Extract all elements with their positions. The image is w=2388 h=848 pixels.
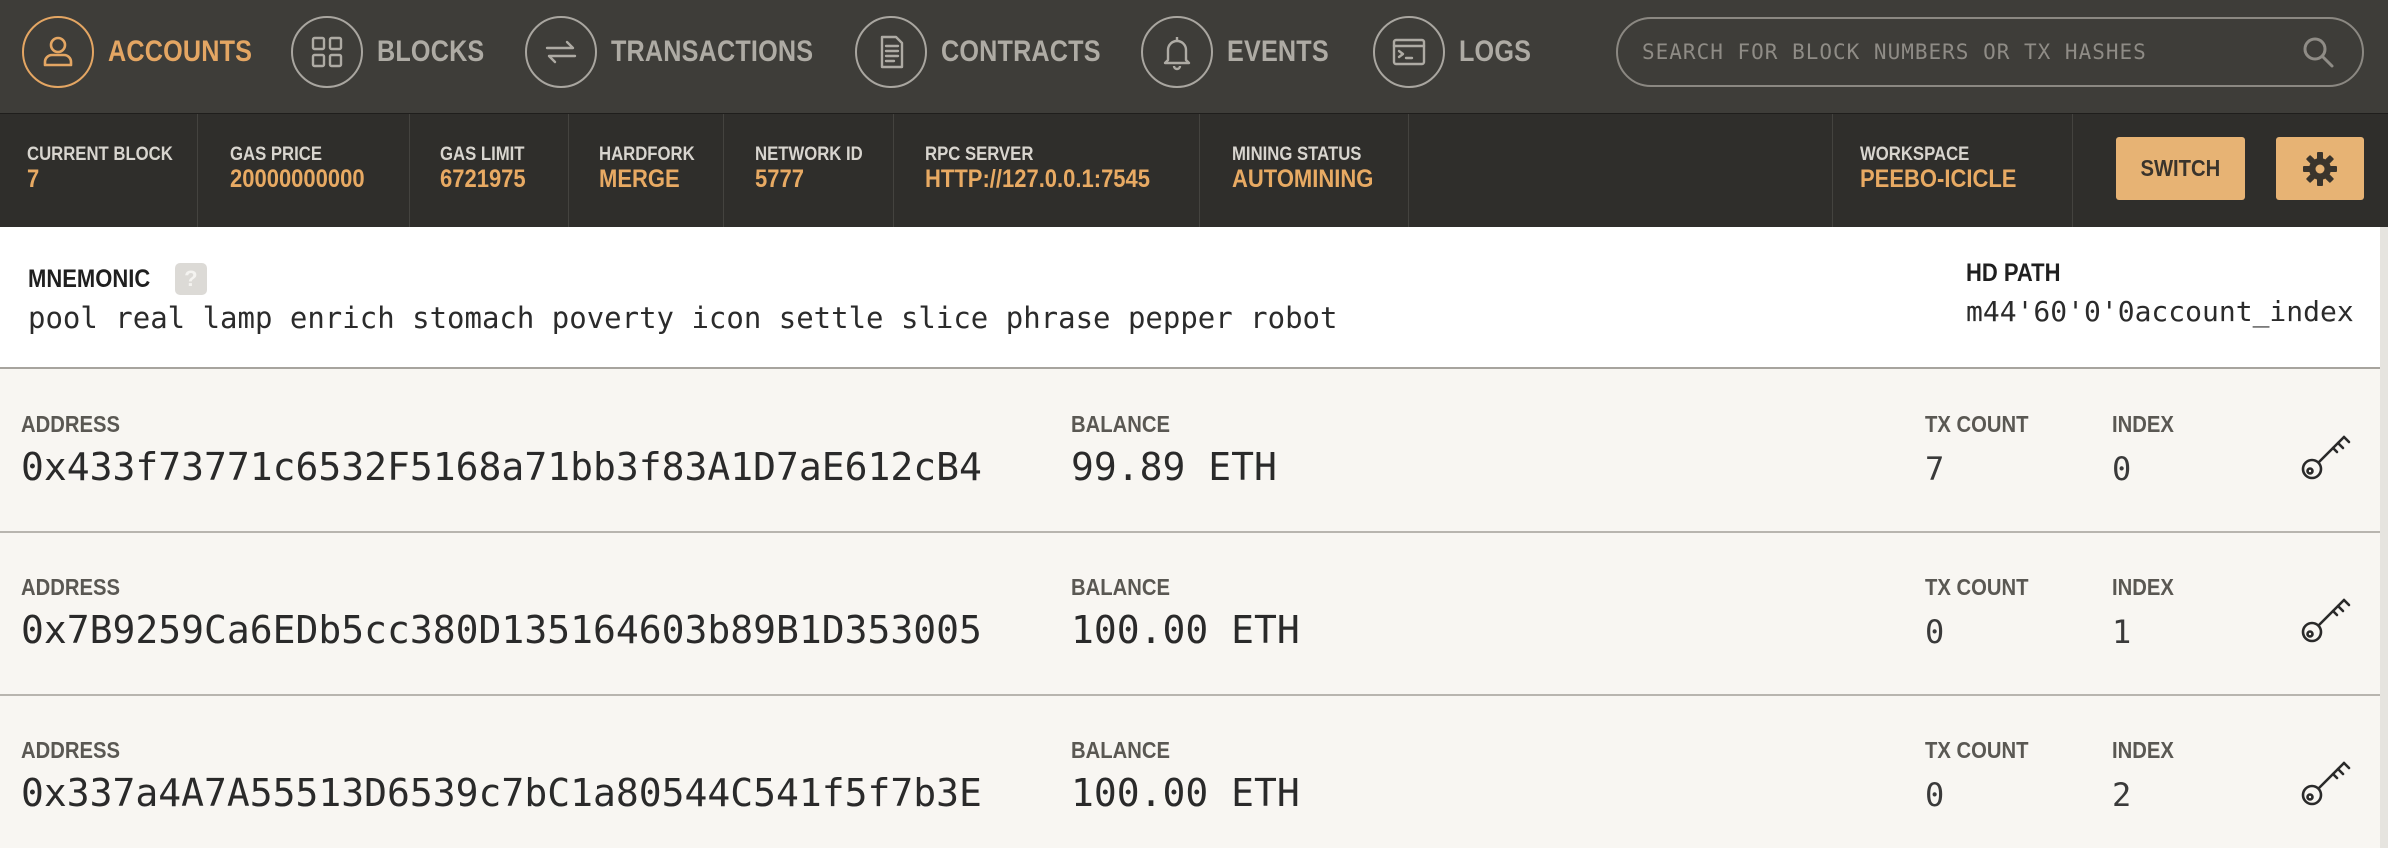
workspace-value: PEEBO-ICICLE xyxy=(1860,165,2017,193)
show-key-button[interactable] xyxy=(2296,589,2356,649)
hardfork-label: HARDFORK xyxy=(599,144,695,165)
tab-events[interactable]: EVENTS xyxy=(1141,15,1348,89)
account-row[interactable]: ADDRESS 0x7B9259Ca6EDb5cc380D135164603b8… xyxy=(0,534,2388,696)
tab-contracts-label: CONTRACTS xyxy=(941,35,1101,68)
workspace-stat: WORKSPACE PEEBO-ICICLE xyxy=(1832,114,2073,228)
account-address: 0x7B9259Ca6EDb5cc380D135164603b89B1D3530… xyxy=(21,608,982,652)
mnemonic-heading: MNEMONIC ? xyxy=(28,263,207,295)
tx-count-label: TX COUNT xyxy=(1925,737,2029,763)
swap-arrows-icon xyxy=(525,16,597,88)
mining-status-label: MINING STATUS xyxy=(1232,144,1362,165)
document-icon xyxy=(855,16,927,88)
mnemonic-panel: MNEMONIC ? pool real lamp enrich stomach… xyxy=(0,227,2388,369)
account-balance: 99.89 ETH xyxy=(1071,445,1277,489)
hd-path-label: HD PATH xyxy=(1966,259,2061,287)
status-bar: CURRENT BLOCK 7 GAS PRICE 20000000000 GA… xyxy=(0,113,2388,228)
scrollbar[interactable] xyxy=(2380,227,2388,848)
top-navigation: ACCOUNTS BLOCKS TRANSACTIONS CONTRACTS E… xyxy=(0,0,2388,113)
balance-label: BALANCE xyxy=(1071,411,1170,437)
hd-path-value: m44'60'0'0account_index xyxy=(1966,295,2354,328)
hardfork-value: MERGE xyxy=(599,165,680,193)
account-address: 0x337a4A7A55513D6539c7bC1a80544C541f5f7b… xyxy=(21,771,982,815)
user-icon xyxy=(22,16,94,88)
search-bar xyxy=(1616,17,2364,87)
network-id-value: 5777 xyxy=(755,165,804,193)
bell-icon xyxy=(1141,16,1213,88)
network-id-label: NETWORK ID xyxy=(755,144,863,165)
account-tx-count: 0 xyxy=(1925,613,1945,651)
account-index: 0 xyxy=(2112,450,2132,488)
mnemonic-label: MNEMONIC xyxy=(28,264,151,293)
workspace-label: WORKSPACE xyxy=(1860,144,1970,165)
network-id-stat: NETWORK ID 5777 xyxy=(728,114,894,228)
tab-blocks[interactable]: BLOCKS xyxy=(291,15,505,89)
tab-accounts-label: ACCOUNTS xyxy=(108,35,253,68)
tx-count-label: TX COUNT xyxy=(1925,411,2029,437)
search-icon[interactable] xyxy=(2298,32,2338,72)
gas-price-stat: GAS PRICE 20000000000 xyxy=(203,114,410,228)
index-label: INDEX xyxy=(2112,737,2174,763)
tab-blocks-label: BLOCKS xyxy=(377,35,485,68)
switch-workspace-button[interactable]: SWITCH xyxy=(2116,137,2245,200)
index-label: INDEX xyxy=(2112,574,2174,600)
show-key-button[interactable] xyxy=(2296,752,2356,812)
current-block-stat: CURRENT BLOCK 7 xyxy=(0,114,198,228)
search-input[interactable] xyxy=(1618,19,2298,85)
account-index: 2 xyxy=(2112,776,2132,814)
help-icon[interactable]: ? xyxy=(174,263,207,295)
account-address: 0x433f73771c6532F5168a71bb3f83A1D7aE612c… xyxy=(21,445,982,489)
account-balance: 100.00 ETH xyxy=(1071,771,1300,815)
balance-label: BALANCE xyxy=(1071,574,1170,600)
tab-contracts[interactable]: CONTRACTS xyxy=(855,15,1131,89)
terminal-icon xyxy=(1373,16,1445,88)
key-icon xyxy=(2301,761,2351,805)
address-label: ADDRESS xyxy=(21,574,120,600)
tab-logs[interactable]: LOGS xyxy=(1373,15,1545,89)
settings-button[interactable] xyxy=(2276,137,2364,200)
grid-icon xyxy=(291,16,363,88)
index-label: INDEX xyxy=(2112,411,2174,437)
current-block-value: 7 xyxy=(27,165,40,193)
tab-transactions[interactable]: TRANSACTIONS xyxy=(525,15,852,89)
switch-button-label: SWITCH xyxy=(2140,155,2221,181)
address-label: ADDRESS xyxy=(21,737,120,763)
gas-price-value: 20000000000 xyxy=(230,165,365,193)
account-tx-count: 7 xyxy=(1925,450,1945,488)
account-balance: 100.00 ETH xyxy=(1071,608,1300,652)
tab-transactions-label: TRANSACTIONS xyxy=(611,35,814,68)
hardfork-stat: HARDFORK MERGE xyxy=(572,114,724,228)
gas-limit-label: GAS LIMIT xyxy=(440,144,525,165)
current-block-label: CURRENT BLOCK xyxy=(27,144,173,165)
tx-count-label: TX COUNT xyxy=(1925,574,2029,600)
account-index: 1 xyxy=(2112,613,2132,651)
show-key-button[interactable] xyxy=(2296,426,2356,486)
account-row[interactable]: ADDRESS 0x433f73771c6532F5168a71bb3f83A1… xyxy=(0,371,2388,533)
address-label: ADDRESS xyxy=(21,411,120,437)
gear-icon xyxy=(2303,151,2337,186)
account-row[interactable]: ADDRESS 0x337a4A7A55513D6539c7bC1a80544C… xyxy=(0,697,2388,848)
gas-price-label: GAS PRICE xyxy=(230,144,322,165)
key-icon xyxy=(2301,598,2351,642)
tab-accounts[interactable]: ACCOUNTS xyxy=(22,15,280,89)
gas-limit-value: 6721975 xyxy=(440,165,526,193)
account-tx-count: 0 xyxy=(1925,776,1945,814)
balance-label: BALANCE xyxy=(1071,737,1170,763)
key-icon xyxy=(2301,435,2351,479)
rpc-server-stat: RPC SERVER HTTP://127.0.0.1:7545 xyxy=(898,114,1200,228)
rpc-server-label: RPC SERVER xyxy=(925,144,1034,165)
mining-status-value: AUTOMINING xyxy=(1232,165,1374,193)
gas-limit-stat: GAS LIMIT 6721975 xyxy=(413,114,569,228)
mining-status-stat: MINING STATUS AUTOMINING xyxy=(1205,114,1409,228)
tab-events-label: EVENTS xyxy=(1227,35,1329,68)
tab-logs-label: LOGS xyxy=(1459,35,1532,68)
mnemonic-words: pool real lamp enrich stomach poverty ic… xyxy=(28,301,1338,335)
rpc-server-value: HTTP://127.0.0.1:7545 xyxy=(925,165,1151,193)
